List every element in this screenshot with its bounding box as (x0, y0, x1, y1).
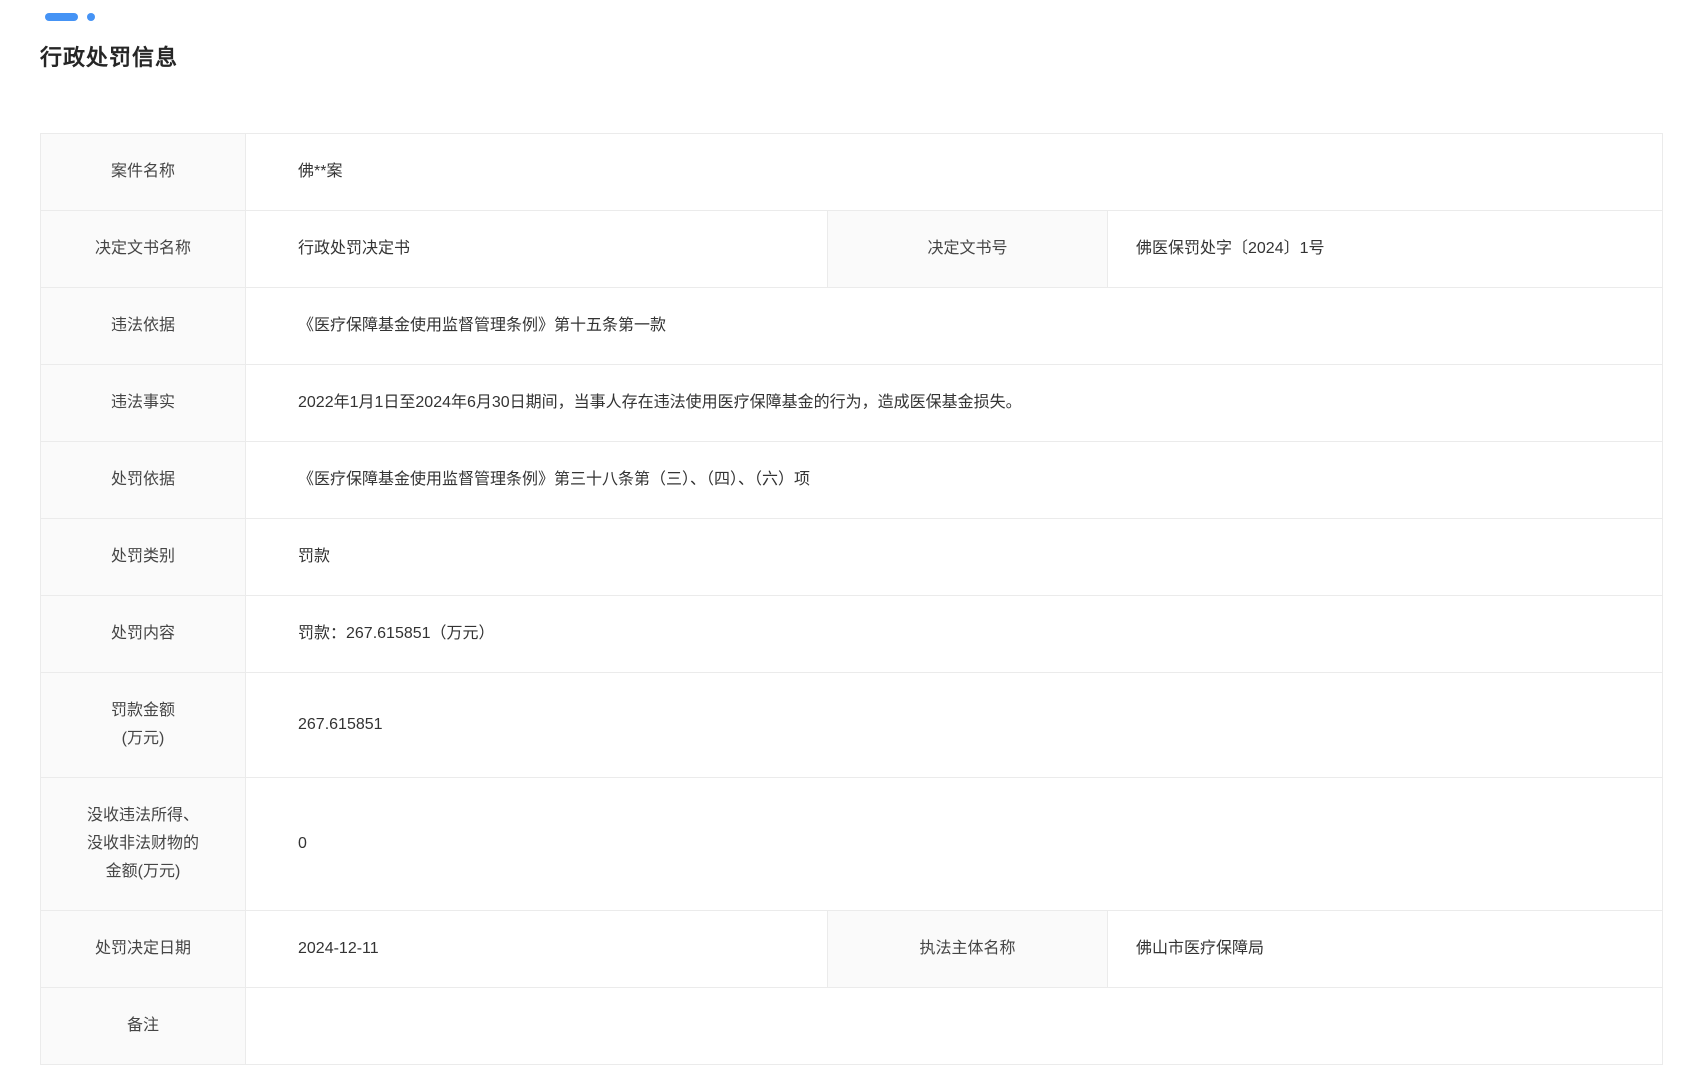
row-value: 2022年1月1日至2024年6月30日期间，当事人存在违法使用医疗保障基金的行… (246, 365, 1662, 441)
penalty-info-page: 行政处罚信息 案件名称 佛**案 决定文书名称 行政处罚决定书 决定文书号 佛医… (0, 0, 1708, 1084)
row-label: 决定文书名称 (41, 211, 246, 287)
row-label: 处罚内容 (41, 596, 246, 672)
row-label: 违法依据 (41, 288, 246, 364)
table-row-penalty-content: 处罚内容 罚款：267.615851（万元） (41, 596, 1662, 673)
row-value: 0 (246, 778, 1662, 910)
title-dash-icon (45, 13, 78, 21)
row-value: 罚款 (246, 519, 1662, 595)
table-row-violation-facts: 违法事实 2022年1月1日至2024年6月30日期间，当事人存在违法使用医疗保… (41, 365, 1662, 442)
row-value: 《医疗保障基金使用监督管理条例》第三十八条第（三）、（四）、（六）项 (246, 442, 1662, 518)
row-label: 违法事实 (41, 365, 246, 441)
table-row-penalty-category: 处罚类别 罚款 (41, 519, 1662, 596)
table-row-decision-date: 处罚决定日期 2024-12-11 执法主体名称 佛山市医疗保障局 (41, 911, 1662, 988)
row-label: 案件名称 (41, 134, 246, 210)
row-value: 佛**案 (246, 134, 1662, 210)
row-label-secondary: 决定文书号 (828, 211, 1108, 287)
row-label: 处罚依据 (41, 442, 246, 518)
row-label: 处罚类别 (41, 519, 246, 595)
row-label: 处罚决定日期 (41, 911, 246, 987)
row-value: 267.615851 (246, 673, 1662, 777)
row-label: 罚款金额 (万元) (41, 673, 246, 777)
title-dot-icon (87, 13, 95, 21)
row-value-secondary: 佛医保罚处字〔2024〕1号 (1108, 211, 1662, 287)
table-row-decision-document: 决定文书名称 行政处罚决定书 决定文书号 佛医保罚处字〔2024〕1号 (41, 211, 1662, 288)
penalty-info-table: 案件名称 佛**案 决定文书名称 行政处罚决定书 决定文书号 佛医保罚处字〔20… (40, 133, 1663, 1065)
row-label-secondary: 执法主体名称 (828, 911, 1108, 987)
row-value: 《医疗保障基金使用监督管理条例》第十五条第一款 (246, 288, 1662, 364)
row-value: 行政处罚决定书 (246, 211, 828, 287)
row-value: 罚款：267.615851（万元） (246, 596, 1662, 672)
row-label: 备注 (41, 988, 246, 1064)
row-value-secondary: 佛山市医疗保障局 (1108, 911, 1662, 987)
table-row-remarks: 备注 (41, 988, 1662, 1064)
table-row-fine-amount: 罚款金额 (万元) 267.615851 (41, 673, 1662, 778)
row-label: 没收违法所得、 没收非法财物的 金额(万元) (41, 778, 246, 910)
title-decoration (45, 13, 1708, 21)
row-value (246, 988, 1662, 1064)
page-title: 行政处罚信息 (40, 44, 1708, 72)
table-row-penalty-basis: 处罚依据 《医疗保障基金使用监督管理条例》第三十八条第（三）、（四）、（六）项 (41, 442, 1662, 519)
table-row-confiscation-amount: 没收违法所得、 没收非法财物的 金额(万元) 0 (41, 778, 1662, 911)
row-value: 2024-12-11 (246, 911, 828, 987)
table-row-case-name: 案件名称 佛**案 (41, 134, 1662, 211)
table-row-violation-basis: 违法依据 《医疗保障基金使用监督管理条例》第十五条第一款 (41, 288, 1662, 365)
